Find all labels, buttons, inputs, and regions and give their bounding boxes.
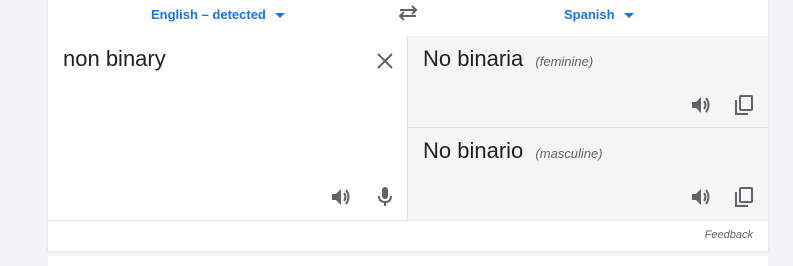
source-text-input[interactable]: non binary (63, 46, 166, 72)
card-footer: Feedback (48, 220, 768, 251)
translation-entry: No binaria (feminine) (423, 46, 593, 72)
speaker-icon (692, 189, 710, 205)
translation-card: English – detected Spanish non binary No… (48, 0, 768, 251)
source-language-button[interactable]: English – detected (151, 4, 285, 24)
target-panel: No binaria (feminine) No binario (mascul… (408, 36, 768, 220)
chevron-down-icon (274, 12, 285, 18)
listen-source-button[interactable] (329, 185, 353, 209)
next-card-edge (48, 256, 768, 266)
gender-label: (masculine) (535, 146, 603, 161)
language-bar: English – detected Spanish (48, 0, 768, 36)
feedback-link[interactable]: Feedback (705, 229, 753, 241)
translation-entry: No binario (masculine) (423, 138, 603, 164)
clear-source-button[interactable] (374, 50, 396, 72)
translation-item-masculine: No binario (masculine) (408, 128, 768, 220)
source-panel: non binary (48, 36, 408, 220)
copy-translation-button[interactable] (732, 93, 756, 117)
speaker-icon (692, 97, 710, 113)
translation-word: No binaria (423, 46, 524, 71)
close-icon (377, 53, 393, 69)
source-language-label: English – detected (151, 6, 266, 22)
copy-icon (735, 95, 753, 115)
target-language-button[interactable]: Spanish (564, 4, 634, 24)
target-language-label: Spanish (564, 6, 615, 22)
swap-languages-icon (398, 5, 418, 21)
translation-item-feminine: No binaria (feminine) (408, 36, 768, 128)
translation-word: No binario (423, 138, 524, 163)
listen-translation-button[interactable] (689, 93, 713, 117)
swap-languages-button[interactable] (396, 3, 420, 23)
microphone-button[interactable] (373, 185, 397, 209)
chevron-down-icon (623, 12, 634, 18)
speaker-icon (332, 189, 350, 205)
copy-translation-button[interactable] (732, 185, 756, 209)
copy-icon (735, 187, 753, 207)
gender-label: (feminine) (535, 54, 594, 69)
microphone-icon (378, 187, 392, 206)
listen-translation-button[interactable] (689, 185, 713, 209)
